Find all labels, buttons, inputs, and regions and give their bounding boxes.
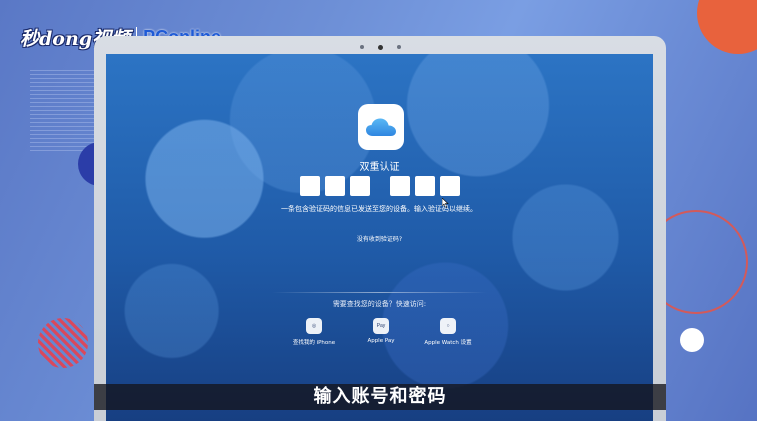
app-find-iphone[interactable]: ◎ 查找我的 iPhone — [281, 318, 347, 346]
app-label: Apple Watch 设置 — [424, 340, 472, 346]
video-subtitle: 输入账号和密码 — [94, 384, 666, 410]
app-label: 查找我的 iPhone — [292, 340, 336, 346]
camera-bar — [94, 43, 666, 51]
verification-code-row — [106, 176, 653, 196]
decorative-hatched-circle — [38, 318, 88, 368]
code-digit-input[interactable] — [299, 176, 320, 196]
quick-access-apps: ◎ 查找我的 iPhone Pay Apple Pay ○ Apple Watc… — [281, 318, 481, 346]
code-digit-input[interactable] — [389, 176, 410, 196]
icloud-screen: 双重认证 一条包含验证码的信息已发送至您的设备。输入验证码以继续。 没有收到验证… — [106, 54, 653, 421]
app-apple-watch[interactable]: ○ Apple Watch 设置 — [415, 318, 481, 346]
decorative-white-dot — [680, 328, 704, 352]
app-apple-pay[interactable]: Pay Apple Pay — [348, 318, 414, 346]
code-digit-input[interactable] — [414, 176, 435, 196]
sensor-dot — [359, 45, 364, 49]
code-digit-input[interactable] — [439, 176, 460, 196]
two-factor-title: 双重认证 — [359, 162, 400, 173]
laptop-frame: 双重认证 一条包含验证码的信息已发送至您的设备。输入验证码以继续。 没有收到验证… — [94, 36, 666, 421]
verification-message: 一条包含验证码的信息已发送至您的设备。输入验证码以继续。 — [281, 205, 477, 213]
decorative-orange-circle — [697, 0, 757, 54]
find-devices-label: 需要查找您的设备？快速访问: — [332, 300, 427, 308]
code-digit-input[interactable] — [349, 176, 370, 196]
icloud-icon — [358, 104, 404, 150]
code-group-gap — [375, 176, 385, 196]
no-code-link[interactable]: 没有收到验证码? — [106, 234, 653, 243]
sensor-dot — [396, 45, 401, 49]
camera-dot — [377, 44, 383, 50]
apple-watch-icon: ○ — [440, 318, 456, 334]
section-divider — [272, 292, 487, 293]
app-label: Apple Pay — [367, 338, 395, 344]
apple-pay-icon: Pay — [373, 318, 389, 334]
code-digit-input[interactable] — [324, 176, 345, 196]
decorative-text-lines — [30, 70, 100, 154]
find-iphone-icon: ◎ — [306, 318, 322, 334]
